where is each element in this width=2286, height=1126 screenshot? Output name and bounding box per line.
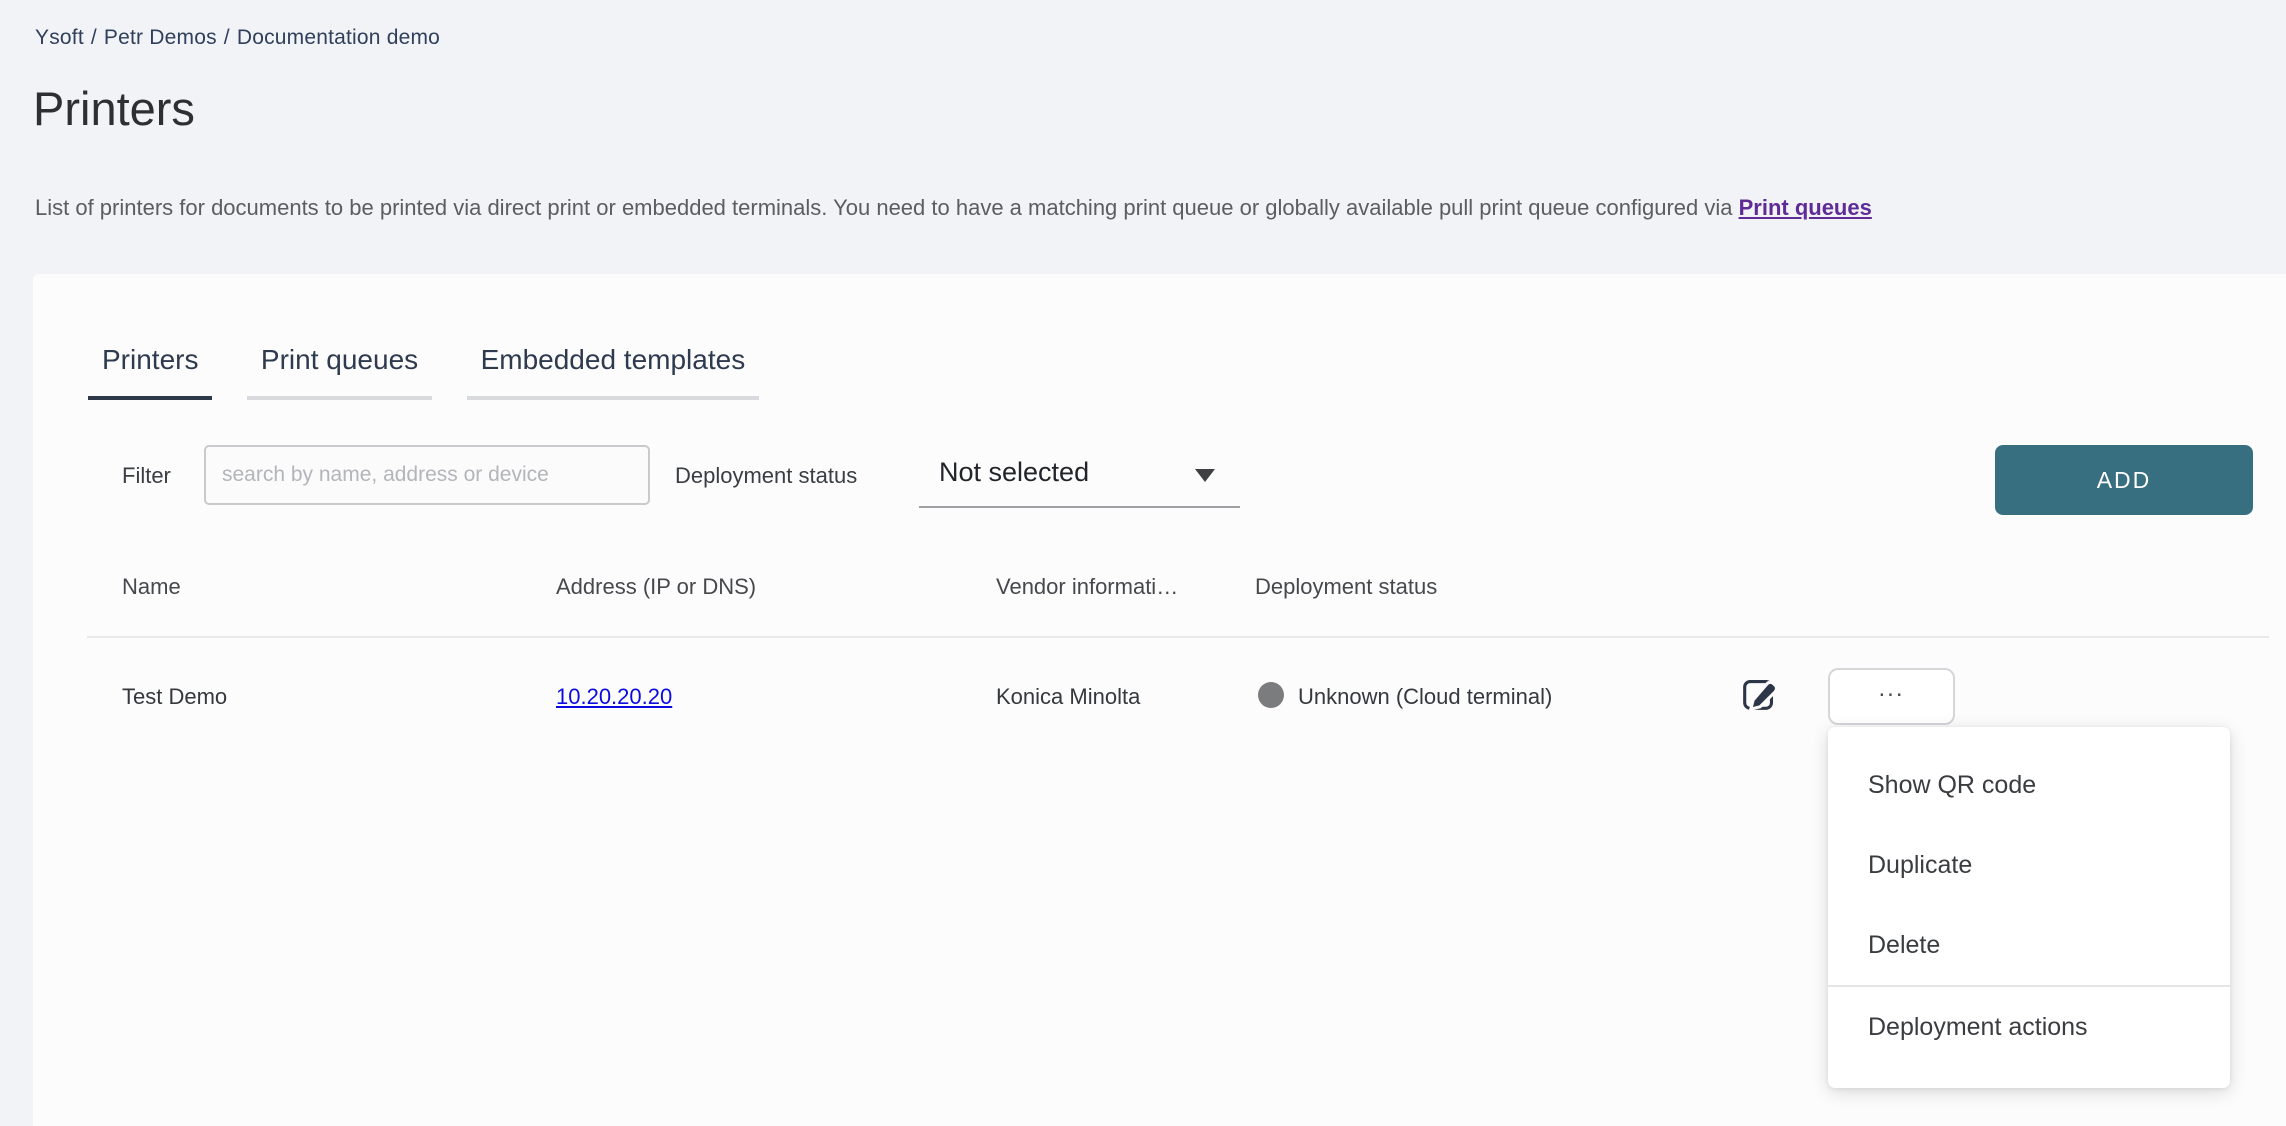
status-dot-icon [1258,682,1284,708]
column-header-deployment-status: Deployment status [1255,574,1437,600]
column-header-vendor: Vendor informati… [996,574,1178,600]
deployment-status-label: Deployment status [675,463,857,489]
page-description-text: List of printers for documents to be pri… [35,195,1739,220]
printer-name-cell: Test Demo [122,684,227,710]
page-title: Printers [33,84,195,133]
print-queues-link[interactable]: Print queues [1739,195,1872,220]
tab-printers[interactable]: Printers [88,344,212,400]
deployment-status-selected-value: Not selected [939,457,1089,488]
breadcrumb-item-petr-demos[interactable]: Petr Demos [104,26,217,49]
tab-embedded-templates[interactable]: Embedded templates [467,344,760,400]
row-actions-menu: Show QR code Duplicate Delete Deployment… [1828,727,2230,1088]
tab-print-queues[interactable]: Print queues [247,344,432,400]
filter-label: Filter [122,463,171,489]
breadcrumb: Ysoft / Petr Demos / Documentation demo [35,26,440,50]
breadcrumb-separator: / [91,26,97,49]
menu-item-deployment-actions[interactable]: Deployment actions [1828,987,2230,1067]
edit-printer-button[interactable] [1736,672,1782,718]
page-description: List of printers for documents to be pri… [35,195,1872,221]
column-header-name: Name [122,574,181,600]
printer-address-link[interactable]: 10.20.20.20 [556,684,672,710]
add-button[interactable]: ADD [1995,445,2253,515]
edit-pencil-icon [1737,704,1781,719]
breadcrumb-item-ysoft[interactable]: Ysoft [35,26,84,49]
row-actions-more-button[interactable]: ... [1828,668,1955,725]
search-input[interactable] [204,445,650,505]
printer-status-cell: Unknown (Cloud terminal) [1298,684,1552,710]
menu-item-delete[interactable]: Delete [1828,905,2230,985]
table-header-divider [87,636,2269,638]
column-header-address: Address (IP or DNS) [556,574,756,600]
printer-vendor-cell: Konica Minolta [996,684,1140,710]
tab-bar: Printers Print queues Embedded templates [88,344,789,400]
breadcrumb-item-documentation-demo[interactable]: Documentation demo [237,26,440,49]
chevron-down-icon [1195,469,1215,482]
breadcrumb-separator: / [224,26,230,49]
menu-item-show-qr-code[interactable]: Show QR code [1828,745,2230,825]
menu-item-duplicate[interactable]: Duplicate [1828,825,2230,905]
deployment-status-select[interactable]: Not selected [919,443,1240,508]
